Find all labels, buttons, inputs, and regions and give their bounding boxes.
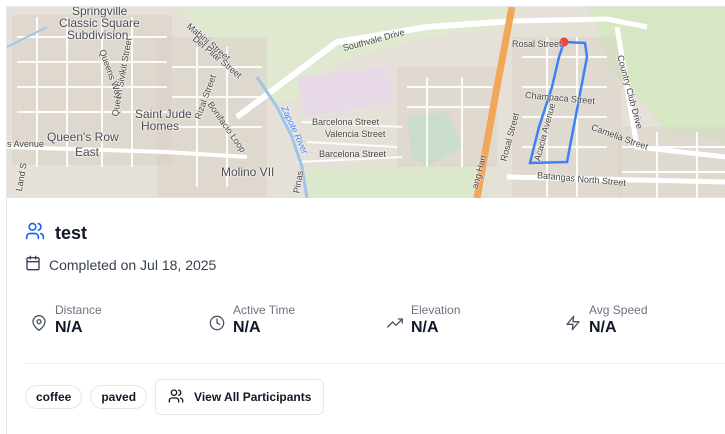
stat-value: N/A [233, 319, 261, 336]
map-label: Rosal Street [512, 39, 562, 49]
stat-value: N/A [589, 319, 617, 336]
map-label: Barcelona Street [312, 117, 380, 127]
map-label: Queen's Row [47, 130, 119, 144]
tag-paved[interactable]: paved [90, 385, 148, 409]
completed-date: Completed on Jul 18, 2025 [25, 255, 216, 274]
map-label: Barcelona Street [319, 149, 387, 159]
map-label: Homes [141, 119, 180, 133]
completed-text: Completed on Jul 18, 2025 [49, 256, 217, 273]
stat-value: N/A [411, 319, 439, 336]
stat-distance: Distance N/A [31, 303, 102, 337]
clock-icon [209, 315, 225, 337]
zap-icon [565, 315, 581, 337]
tag-coffee[interactable]: coffee [25, 385, 83, 409]
activity-header: test [25, 221, 87, 246]
stat-active-time: Active Time N/A [209, 303, 295, 337]
users-icon [168, 388, 184, 407]
stats-row: Distance N/A Active Time N/A Elevation N… [25, 303, 725, 351]
map-pin-icon [31, 315, 47, 337]
stat-label: Distance [55, 303, 102, 317]
trending-up-icon [387, 315, 403, 337]
map-label: s Avenue [7, 139, 44, 149]
stat-value: N/A [55, 319, 83, 336]
route-map[interactable]: Springville Classic Square Subdivision S… [7, 7, 725, 198]
activity-card: Springville Classic Square Subdivision S… [6, 6, 725, 434]
calendar-icon [25, 255, 41, 274]
stat-label: Active Time [233, 303, 296, 317]
users-icon [25, 221, 45, 246]
map-label: Valencia Street [325, 129, 386, 139]
view-all-participants-button[interactable]: View All Participants [155, 379, 325, 415]
activity-title: test [55, 223, 88, 243]
button-label: View All Participants [194, 390, 312, 404]
map-label: East [75, 145, 100, 159]
stat-elevation: Elevation N/A [387, 303, 460, 337]
map-label: Subdivision [67, 28, 129, 42]
tags-row: coffee paved View All Participants [25, 379, 325, 415]
stat-label: Elevation [411, 303, 461, 317]
stat-avg-speed: Avg Speed N/A [565, 303, 648, 337]
map-label: Molino VII [221, 165, 275, 179]
divider [25, 363, 725, 364]
stat-label: Avg Speed [589, 303, 648, 317]
